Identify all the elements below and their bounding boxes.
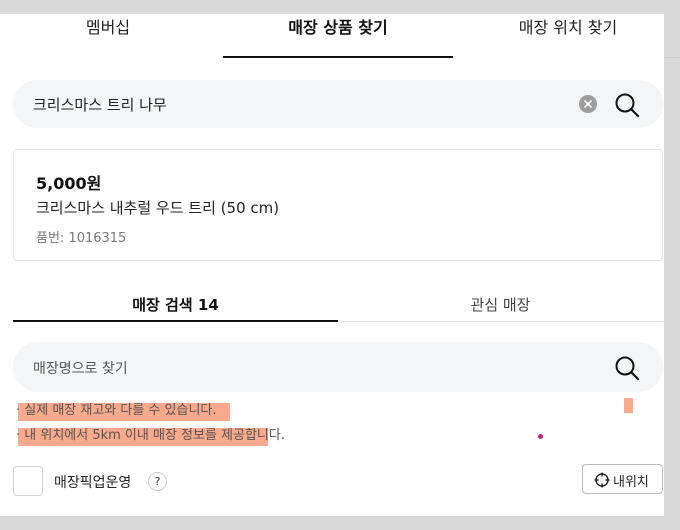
- store-search-icon[interactable]: [613, 354, 641, 382]
- my-location-button[interactable]: 내위치: [582, 464, 663, 494]
- product-search-input[interactable]: 크리스마스 트리 나무: [33, 94, 167, 115]
- notice-text: 실제 매장 재고와 다를 수 있습니다.: [24, 403, 217, 418]
- store-subtabs: 매장 검색 14 관심 매장: [13, 282, 663, 322]
- product-number: 품번: 1016315: [36, 231, 127, 246]
- tab-membership[interactable]: 멤버십: [40, 14, 176, 58]
- product-card[interactable]: 5,000원 크리스마스 내추럴 우드 트리 (50 cm) 품번: 10163…: [13, 149, 663, 261]
- highlight-mark: [624, 398, 633, 413]
- tab-favorite-stores[interactable]: 관심 매장: [338, 294, 663, 322]
- pickup-checkbox[interactable]: [13, 466, 43, 496]
- active-subtab-indicator: [13, 320, 338, 322]
- store-product-finder-panel: 멤버십 매장 상품 찾기 매장 위치 찾기 크리스마스 트리 나무 5,000원…: [0, 14, 664, 516]
- main-tabs: 멤버십 매장 상품 찾기 매장 위치 찾기: [0, 14, 664, 58]
- product-name: 크리스마스 내추럴 우드 트리 (50 cm): [36, 199, 280, 217]
- tab-store-product-search[interactable]: 매장 상품 찾기: [222, 14, 454, 58]
- product-search-bar: 크리스마스 트리 나무: [13, 80, 663, 128]
- tab-store-search[interactable]: 매장 검색 14: [13, 294, 338, 322]
- annotation-dot: [538, 434, 543, 439]
- store-search-bar: 매장명으로 찾기: [13, 342, 663, 392]
- search-icon[interactable]: [613, 91, 641, 119]
- active-tab-indicator: [223, 56, 453, 58]
- notice-item: · 실제 매장 재고와 다를 수 있습니다.: [12, 403, 285, 428]
- tab-store-location-search[interactable]: 매장 위치 찾기: [480, 14, 656, 58]
- my-location-label: 내위치: [613, 475, 649, 490]
- notice-text: 내 위치에서 5km 이내 매장 정보를 제공합니다.: [24, 428, 285, 443]
- help-icon[interactable]: ?: [148, 472, 167, 491]
- notice-item: · 내 위치에서 5km 이내 매장 정보를 제공합니다.: [12, 428, 285, 453]
- clear-icon[interactable]: [579, 95, 597, 113]
- crosshair-icon: [594, 472, 610, 488]
- pickup-label: 매장픽업운영: [54, 475, 132, 491]
- product-price: 5,000원: [36, 174, 102, 193]
- store-search-input[interactable]: 매장명으로 찾기: [33, 358, 128, 378]
- notice-list: · 실제 매장 재고와 다를 수 있습니다. · 내 위치에서 5km 이내 매…: [12, 403, 285, 453]
